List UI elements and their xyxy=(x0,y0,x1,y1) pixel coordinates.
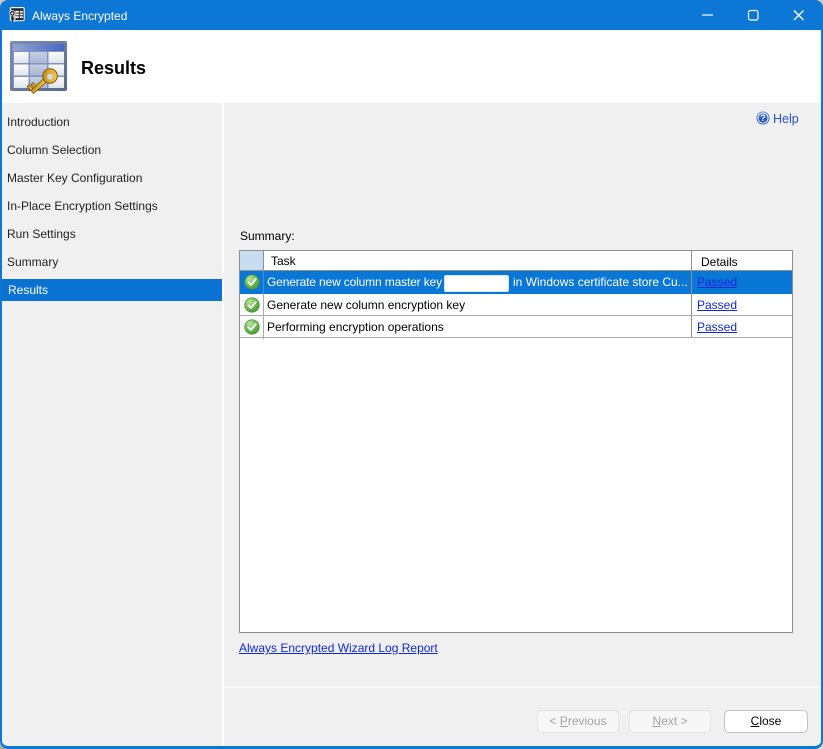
svg-text:?: ? xyxy=(760,113,766,123)
